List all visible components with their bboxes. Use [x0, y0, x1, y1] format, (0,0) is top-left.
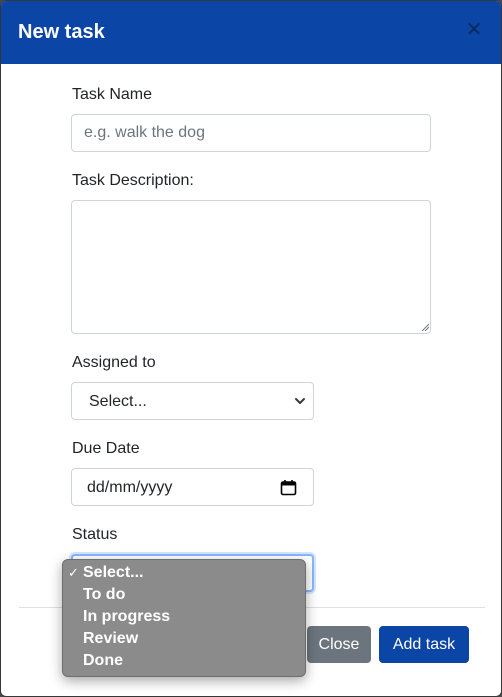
task-description-textarea[interactable] [71, 200, 431, 334]
status-option-to-do[interactable]: To do [83, 584, 125, 606]
close-button[interactable]: Close [307, 626, 371, 663]
modal-header: New task ✕ [1, 1, 501, 64]
status-option-select[interactable]: Select... [83, 562, 143, 584]
status-label: Status [72, 526, 118, 543]
task-description-label: Task Description: [72, 172, 194, 189]
resize-grip-icon[interactable] [421, 323, 429, 331]
due-date-input[interactable]: dd/mm/yyyy [71, 468, 314, 506]
chevron-down-icon [295, 398, 305, 404]
task-name-input[interactable] [71, 114, 431, 152]
assigned-to-label: Assigned to [72, 354, 156, 371]
assigned-to-value: Select... [89, 393, 147, 410]
checkmark-icon: ✓ [68, 565, 79, 580]
due-date-label: Due Date [72, 440, 140, 457]
due-date-value: dd/mm/yyyy [87, 479, 173, 496]
calendar-icon[interactable] [280, 479, 297, 496]
new-task-modal: New task ✕ Task Name Task Description: A… [1, 1, 501, 696]
modal-title: New task [18, 21, 105, 43]
status-option-in-progress[interactable]: In progress [83, 606, 170, 628]
assigned-to-select[interactable]: Select... [71, 382, 314, 420]
task-name-label: Task Name [72, 86, 153, 103]
close-icon[interactable]: ✕ [463, 19, 485, 41]
status-dropdown-menu: ✓ Select... To do In progress Review Don… [62, 559, 306, 677]
add-task-button[interactable]: Add task [379, 626, 469, 663]
status-option-review[interactable]: Review [83, 628, 138, 650]
status-option-done[interactable]: Done [83, 650, 123, 672]
